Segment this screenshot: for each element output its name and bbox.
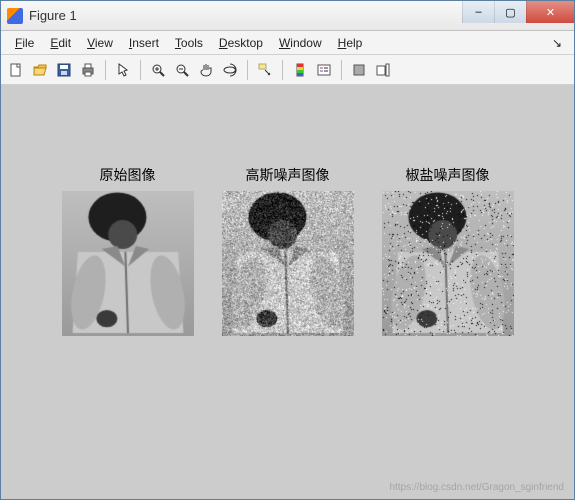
toolbar xyxy=(1,55,574,85)
close-button[interactable]: ✕ xyxy=(526,1,574,23)
window-title: Figure 1 xyxy=(29,8,462,23)
watermark-text: https://blog.csdn.net/Gragon_sginfriend xyxy=(389,482,564,493)
toolbar-separator xyxy=(282,60,283,80)
image-original xyxy=(62,191,194,336)
zoom-in-icon[interactable] xyxy=(147,59,169,81)
subplot-original: 原始图像 xyxy=(62,165,194,336)
data-cursor-icon[interactable] xyxy=(254,59,276,81)
toolbar-separator xyxy=(247,60,248,80)
colorbar-icon[interactable] xyxy=(289,59,311,81)
maximize-button[interactable]: ▢ xyxy=(494,1,526,23)
toolbar-separator xyxy=(105,60,106,80)
print-icon[interactable] xyxy=(77,59,99,81)
menu-desktop[interactable]: Desktop xyxy=(211,34,271,52)
menu-file[interactable]: File xyxy=(7,34,42,52)
subplot-title: 椒盐噪声图像 xyxy=(406,165,490,185)
pointer-icon[interactable] xyxy=(112,59,134,81)
pan-icon[interactable] xyxy=(195,59,217,81)
image-gaussian xyxy=(222,191,354,336)
window-controls: – ▢ ✕ xyxy=(462,1,574,30)
show-plot-tools-icon[interactable] xyxy=(372,59,394,81)
menu-view[interactable]: View xyxy=(79,34,121,52)
menu-insert[interactable]: Insert xyxy=(121,34,167,52)
open-icon[interactable] xyxy=(29,59,51,81)
new-figure-icon[interactable] xyxy=(5,59,27,81)
figure-canvas[interactable]: 原始图像 高斯噪声图像 椒盐噪声图像 https://blog.csdn.net… xyxy=(1,85,574,499)
menu-tools[interactable]: Tools xyxy=(167,34,211,52)
subplot-row: 原始图像 高斯噪声图像 椒盐噪声图像 xyxy=(1,165,574,336)
subplot-title: 原始图像 xyxy=(100,165,156,185)
menu-edit[interactable]: Edit xyxy=(42,34,79,52)
menu-window[interactable]: Window xyxy=(271,34,330,52)
hide-plot-tools-icon[interactable] xyxy=(348,59,370,81)
subplot-title: 高斯噪声图像 xyxy=(246,165,330,185)
menubar: File Edit View Insert Tools Desktop Wind… xyxy=(1,31,574,55)
image-saltpepper xyxy=(382,191,514,336)
subplot-gaussian: 高斯噪声图像 xyxy=(222,165,354,336)
rotate-3d-icon[interactable] xyxy=(219,59,241,81)
matlab-icon xyxy=(7,8,23,24)
subplot-saltpepper: 椒盐噪声图像 xyxy=(382,165,514,336)
toolbar-separator xyxy=(140,60,141,80)
titlebar[interactable]: Figure 1 – ▢ ✕ xyxy=(1,1,574,31)
zoom-out-icon[interactable] xyxy=(171,59,193,81)
save-icon[interactable] xyxy=(53,59,75,81)
figure-window: Figure 1 – ▢ ✕ File Edit View Insert Too… xyxy=(0,0,575,500)
menu-help[interactable]: Help xyxy=(330,34,371,52)
minimize-button[interactable]: – xyxy=(462,1,494,23)
toolbar-separator xyxy=(341,60,342,80)
dock-arrow-icon[interactable]: ↘ xyxy=(546,36,568,50)
legend-icon[interactable] xyxy=(313,59,335,81)
